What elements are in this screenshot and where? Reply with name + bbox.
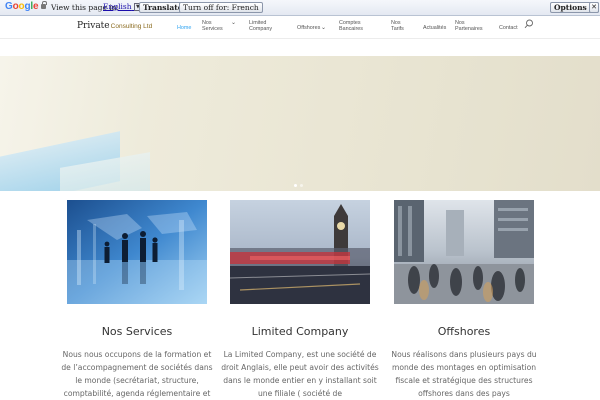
chevron-down-icon: ⌄ xyxy=(231,20,237,26)
hero-slider[interactable] xyxy=(0,56,600,191)
slider-dots xyxy=(294,174,306,192)
service-card-offshores: Offshores Nous réalisons dans plusieurs … xyxy=(391,200,537,398)
nav-item-contact[interactable]: Contact xyxy=(499,25,518,31)
nav-item-offshores[interactable]: Offshores xyxy=(297,25,320,31)
chevron-down-icon: ⌄ xyxy=(321,25,327,31)
turn-off-button[interactable]: Turn off for: French xyxy=(179,2,263,13)
nav-item-limited-company[interactable]: Limited Company xyxy=(249,20,272,33)
card-text: La Limited Company, est une société de d… xyxy=(221,350,379,398)
nav-item-nos-tarifs[interactable]: Nos Tarifs xyxy=(391,20,404,33)
site-header: PrivateConsulting Ltd Home Nos Services ⌄… xyxy=(0,17,600,39)
nav-item-comptes-bancaires[interactable]: Comptes Bancaires xyxy=(339,20,363,33)
lock-icon xyxy=(41,1,47,9)
nav-item-home[interactable]: Home xyxy=(177,25,191,31)
business-people-image[interactable] xyxy=(67,200,207,304)
card-title[interactable]: Nos Services xyxy=(47,325,227,338)
slider-dot[interactable] xyxy=(294,184,297,187)
card-text: Nous nous occupons de la formation et de… xyxy=(61,350,213,398)
search-icon[interactable] xyxy=(524,19,534,29)
service-card-limited-company: Limited Company La Limited Company, est … xyxy=(221,200,379,398)
card-title[interactable]: Limited Company xyxy=(210,325,390,338)
card-title[interactable]: Offshores xyxy=(374,325,554,338)
nav-item-nos-services[interactable]: Nos Services xyxy=(202,20,223,33)
site-logo[interactable]: PrivateConsulting Ltd xyxy=(77,21,152,31)
close-icon[interactable]: ✕ xyxy=(589,2,599,13)
nav-item-nos-partenaires[interactable]: Nos Partenaires xyxy=(455,20,483,33)
language-select[interactable]: English ▼ xyxy=(103,2,142,11)
slider-dot[interactable] xyxy=(300,184,303,187)
google-logo: Google xyxy=(5,1,39,12)
card-text: Nous réalisons dans plusieurs pays du mo… xyxy=(391,350,537,398)
city-crowd-image[interactable] xyxy=(394,200,534,304)
nav-item-actualites[interactable]: Actualités xyxy=(423,25,446,31)
service-card-nos-services: Nos Services Nous nous occupons de la fo… xyxy=(61,200,213,398)
london-bus-image[interactable] xyxy=(230,200,370,304)
translate-bar: Google View this page in: English ▼ Tran… xyxy=(0,0,600,16)
